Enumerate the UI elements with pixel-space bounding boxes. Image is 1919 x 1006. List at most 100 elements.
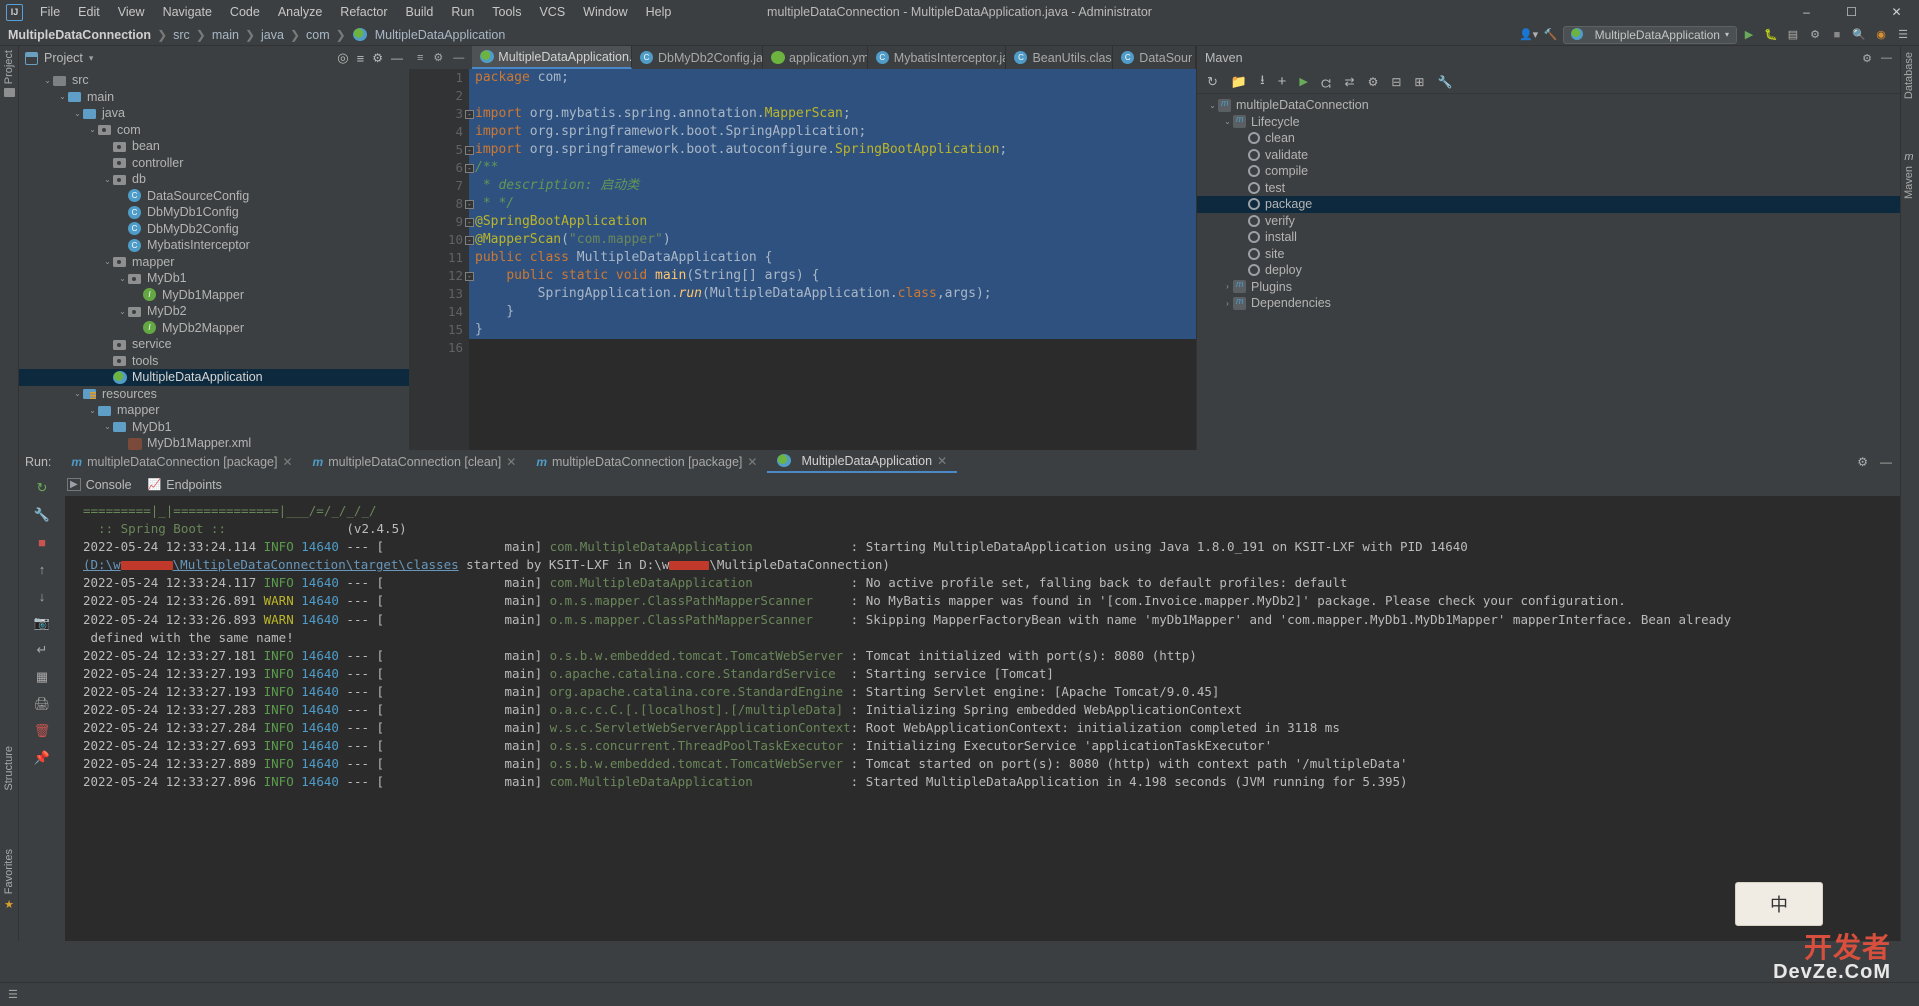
gutter-line-12[interactable]: 12 xyxy=(409,265,491,290)
main-menu[interactable]: File Edit View Navigate Code Analyze Ref… xyxy=(31,3,680,21)
code-line-5[interactable]: import org.springframework.boot.autoconf… xyxy=(469,141,1196,159)
console-output[interactable]: =========|_|==============|___/=/_/_/_/ … xyxy=(65,496,1900,941)
maven-tree-node[interactable]: › Dependencies xyxy=(1197,295,1900,312)
expand-arrow-icon[interactable]: › xyxy=(1222,282,1233,291)
gutter-line-3[interactable]: 3 xyxy=(409,105,469,123)
menu-tools[interactable]: Tools xyxy=(483,3,530,21)
editor-tabs[interactable]: MultipleDataApplication.java✕ C DbMyDb2Con… xyxy=(472,46,1196,69)
gutter-line-14[interactable]: 14 xyxy=(409,303,469,321)
fold-marker-icon[interactable]: - xyxy=(465,236,474,245)
run-configuration-selector[interactable]: MultipleDataApplication ▾ xyxy=(1562,25,1737,44)
editor-tab-1[interactable]: CDbMyDb2Config.java✕ xyxy=(632,46,763,69)
maven-tree-node[interactable]: ⌄ multipleDataConnection xyxy=(1197,97,1900,114)
camera-icon[interactable]: 📷 xyxy=(33,614,51,632)
expand-arrow-icon[interactable]: ⌄ xyxy=(42,76,53,85)
maven-tree-node[interactable]: install xyxy=(1197,229,1900,246)
expand-arrow-icon[interactable]: ⌄ xyxy=(87,406,98,415)
tool-tab-maven[interactable]: m Maven xyxy=(1903,151,1915,199)
project-tree[interactable]: ⌄ src ⌄ main ⌄ java ⌄ com bean controller ⌄ db C Data… xyxy=(19,70,409,450)
hide-icon[interactable]: — xyxy=(453,52,464,64)
tool-tab-project[interactable]: Project xyxy=(3,50,15,98)
settings-icon[interactable]: ⚙ xyxy=(372,51,383,65)
add-folder-icon[interactable]: 📁 xyxy=(1231,74,1247,90)
collapse-icon[interactable]: ≡ xyxy=(417,52,423,64)
breadcrumb-src[interactable]: src xyxy=(170,28,193,42)
menu-refactor[interactable]: Refactor xyxy=(331,3,396,21)
expand-arrow-icon[interactable]: ⌄ xyxy=(102,175,113,184)
close-icon[interactable]: ✕ xyxy=(506,455,516,469)
gutter-line-16[interactable]: 16 xyxy=(409,339,469,357)
window-controls[interactable]: – ☐ ✕ xyxy=(1784,0,1919,24)
console-side-toolbar[interactable]: ↻ 🔧 ■ ↑ ↓ 📷 ↵ ▦ 🖨 🗑 📌 xyxy=(19,473,65,941)
close-icon[interactable]: ✕ xyxy=(747,455,757,469)
close-icon[interactable]: ✕ xyxy=(282,455,292,469)
project-tree-node[interactable]: ⌄ main xyxy=(19,89,409,106)
breadcrumb-com[interactable]: com xyxy=(303,28,333,42)
expand-arrow-icon[interactable]: › xyxy=(1222,299,1233,308)
expand-arrow-icon[interactable]: ⌄ xyxy=(1207,101,1218,110)
hide-icon[interactable]: — xyxy=(391,51,403,65)
refresh-icon[interactable]: ↻ xyxy=(1207,74,1218,90)
settings-icon[interactable]: ⚙ xyxy=(1368,75,1379,89)
expand-arrow-icon[interactable]: ⌄ xyxy=(117,307,128,316)
collapse-icon[interactable]: ⊟ xyxy=(1391,75,1401,89)
minimize-button[interactable]: – xyxy=(1784,0,1829,24)
tool-tab-structure[interactable]: Structure xyxy=(3,746,15,791)
settings-icon[interactable]: ⚙ xyxy=(1857,455,1868,469)
code-line-11[interactable]: public class MultipleDataApplication { xyxy=(469,249,1196,267)
code-line-3[interactable]: import org.mybatis.spring.annotation.Map… xyxy=(469,105,1196,123)
run-icon[interactable]: ▶ xyxy=(1739,26,1759,44)
maven-tree-node[interactable]: deploy xyxy=(1197,262,1900,279)
gutter-line-13[interactable]: 13 xyxy=(409,285,469,303)
code-line-2[interactable] xyxy=(469,87,1196,105)
rerun-icon[interactable]: ↻ xyxy=(33,479,51,497)
gutter-line-6[interactable]: 6 xyxy=(409,159,469,177)
coverage-icon[interactable]: ▤ xyxy=(1783,26,1803,44)
hammer-icon[interactable]: 🔨 xyxy=(1541,26,1561,44)
gutter-line-5[interactable]: 5 xyxy=(409,141,469,159)
tab-endpoints[interactable]: 📈 Endpoints xyxy=(148,478,222,492)
locate-icon[interactable]: ◎ xyxy=(337,50,348,66)
editor-code-body[interactable]: package com; import org.mybatis.spring.an… xyxy=(469,69,1196,450)
editor-tab-0[interactable]: MultipleDataApplication.java✕ xyxy=(472,46,633,69)
menu-view[interactable]: View xyxy=(109,3,154,21)
menu-code[interactable]: Code xyxy=(221,3,269,21)
more-icon[interactable]: ☰ xyxy=(1893,26,1913,44)
project-tree-node[interactable]: I MyDb1Mapper xyxy=(19,287,409,304)
notification-icon[interactable]: ◉ xyxy=(1871,26,1891,44)
project-tree-node[interactable]: ⌄ MyDb1 xyxy=(19,270,409,287)
fold-marker-icon[interactable]: - xyxy=(465,146,474,155)
chevron-down-icon[interactable]: ▾ xyxy=(89,53,94,64)
project-tree-node[interactable]: C DbMyDb2Config xyxy=(19,221,409,238)
maximize-button[interactable]: ☐ xyxy=(1829,0,1874,24)
wrench-icon[interactable]: 🔧 xyxy=(1437,75,1452,89)
maven-tree-node[interactable]: › Plugins xyxy=(1197,279,1900,296)
pin-icon[interactable]: 📌 xyxy=(33,749,51,767)
run-tab-1[interactable]: m multipleDataConnection [clean] ✕ xyxy=(303,450,527,473)
search-icon[interactable]: 🔍 xyxy=(1849,26,1869,44)
expand-arrow-icon[interactable]: ⌄ xyxy=(87,125,98,134)
fold-marker-icon[interactable]: - xyxy=(465,164,474,173)
project-tree-node[interactable]: bean xyxy=(19,138,409,155)
code-line-4[interactable]: import org.springframework.boot.SpringAp… xyxy=(469,123,1196,141)
editor-gutter[interactable]: 1 2 3 4 5 6 7 8 9 10 11 12 13 14 15 16 xyxy=(409,69,491,450)
settings-icon[interactable]: ⚙ xyxy=(1862,52,1872,65)
run-tab-3[interactable]: MultipleDataApplication ✕ xyxy=(767,450,958,473)
scroll-up-icon[interactable]: ↑ xyxy=(33,560,51,578)
toggle-offline-icon[interactable]: ⇄ xyxy=(1345,75,1355,89)
maven-tree-node[interactable]: ⌄ Lifecycle xyxy=(1197,114,1900,131)
breadcrumb-java[interactable]: java xyxy=(258,28,287,42)
user-icon[interactable]: 👤▾ xyxy=(1519,26,1539,44)
maven-tree-node[interactable]: clean xyxy=(1197,130,1900,147)
tab-console[interactable]: ▶ Console xyxy=(67,478,132,492)
fold-marker-icon[interactable]: - xyxy=(465,218,474,227)
maven-tree-node[interactable]: package xyxy=(1197,196,1900,213)
project-tree-node[interactable]: ⌄ resources xyxy=(19,386,409,403)
project-tree-node[interactable]: ⌄ mapper xyxy=(19,402,409,419)
maven-tree-node[interactable]: compile xyxy=(1197,163,1900,180)
menu-vcs[interactable]: VCS xyxy=(530,3,574,21)
status-left-icon[interactable]: ☰ xyxy=(8,988,18,1001)
grid-icon[interactable]: ▦ xyxy=(33,668,51,686)
gutter-line-11[interactable]: 11 xyxy=(409,247,491,272)
code-line-16[interactable] xyxy=(469,339,1196,357)
